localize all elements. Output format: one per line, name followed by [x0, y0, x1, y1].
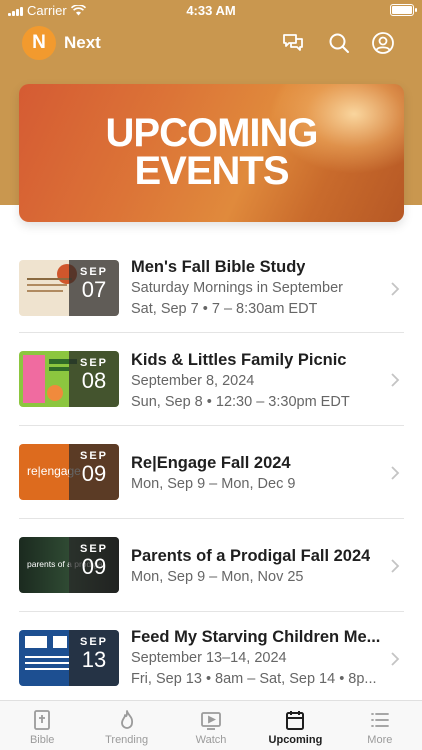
tab-watch[interactable]: Watch [169, 701, 253, 750]
event-row[interactable]: SEP 07 Men's Fall Bible Study Saturday M… [0, 240, 422, 333]
chevron-right-icon [391, 652, 400, 666]
event-row[interactable]: parents of a prodigal SEP 09 Parents of … [0, 519, 422, 612]
event-row[interactable]: SEP 13 Feed My Starving Children Me... S… [0, 612, 422, 705]
event-time: Sun, Sep 8 • 12:30 – 3:30pm EDT [131, 394, 350, 410]
app-header: N Next [0, 26, 422, 62]
tab-label: More [367, 734, 393, 746]
event-title: Kids & Littles Family Picnic [131, 351, 347, 369]
flame-icon [120, 710, 133, 729]
profile-icon[interactable] [371, 31, 395, 55]
event-subtitle: Saturday Mornings in September [131, 280, 343, 296]
tab-trending[interactable]: Trending [84, 701, 168, 750]
search-icon[interactable] [327, 31, 351, 55]
date-badge: SEP 09 [69, 537, 119, 593]
banner-title-line2: EVENTS [134, 149, 289, 193]
date-badge: SEP 09 [69, 444, 119, 500]
event-title: Feed My Starving Children Me... [131, 628, 381, 646]
event-thumbnail: SEP 13 [19, 630, 119, 686]
banner-title-line1: UPCOMING [105, 111, 319, 155]
event-title: Parents of a Prodigal Fall 2024 [131, 547, 371, 565]
event-thumbnail: re|engage SEP 09 [19, 444, 119, 500]
date-badge: SEP 08 [69, 351, 119, 407]
tab-label: Upcoming [268, 734, 323, 746]
app-logo[interactable]: N [22, 26, 56, 60]
tab-upcoming[interactable]: Upcoming [253, 701, 337, 750]
tab-label: Watch [195, 734, 227, 746]
date-day: 08 [81, 368, 107, 393]
battery-icon [390, 4, 417, 16]
event-thumbnail: SEP 08 [19, 351, 119, 407]
event-subtitle: Mon, Sep 9 – Mon, Dec 9 [131, 476, 296, 492]
event-time: Sat, Sep 7 • 7 – 8:30am EDT [131, 301, 318, 317]
event-thumbnail: SEP 07 [19, 260, 119, 316]
chevron-right-icon [391, 466, 400, 480]
chat-icon[interactable] [281, 31, 305, 55]
event-row[interactable]: SEP 08 Kids & Littles Family Picnic Sept… [0, 333, 422, 426]
chevron-right-icon [391, 559, 400, 573]
date-day: 09 [81, 461, 107, 486]
event-title: Re|Engage Fall 2024 [131, 454, 291, 472]
date-day: 13 [81, 647, 107, 672]
date-day: 09 [81, 554, 107, 579]
event-row[interactable]: re|engage SEP 09 Re|Engage Fall 2024 Mon… [0, 426, 422, 519]
event-thumbnail: parents of a prodigal SEP 09 [19, 537, 119, 593]
bible-icon [34, 710, 51, 730]
tab-more[interactable]: More [338, 701, 422, 750]
upcoming-events-banner: UPCOMING EVENTS [19, 84, 404, 222]
date-day: 07 [81, 277, 107, 302]
tab-label: Trending [105, 734, 149, 746]
tab-label: Bible [29, 734, 55, 746]
chevron-right-icon [391, 282, 400, 296]
chevron-right-icon [391, 373, 400, 387]
event-subtitle: September 8, 2024 [131, 373, 255, 389]
event-subtitle: Mon, Sep 9 – Mon, Nov 25 [131, 569, 304, 585]
list-icon [370, 713, 389, 727]
app-name: Next [64, 33, 101, 52]
event-title: Men's Fall Bible Study [131, 258, 306, 276]
event-subtitle: September 13–14, 2024 [131, 650, 287, 666]
calendar-icon [286, 711, 305, 730]
tab-bible[interactable]: Bible [0, 701, 84, 750]
tab-bar: Bible Trending Watch Upcoming More [0, 700, 422, 750]
play-screen-icon [201, 712, 221, 730]
banner-title: UPCOMING EVENTS [19, 111, 404, 193]
date-badge: SEP 07 [69, 260, 119, 316]
clock: 4:33 AM [186, 3, 236, 18]
event-time: Fri, Sep 13 • 8am – Sat, Sep 14 • 8p... [131, 671, 377, 687]
date-badge: SEP 13 [69, 630, 119, 686]
status-bar: Carrier 4:33 AM [0, 0, 422, 22]
